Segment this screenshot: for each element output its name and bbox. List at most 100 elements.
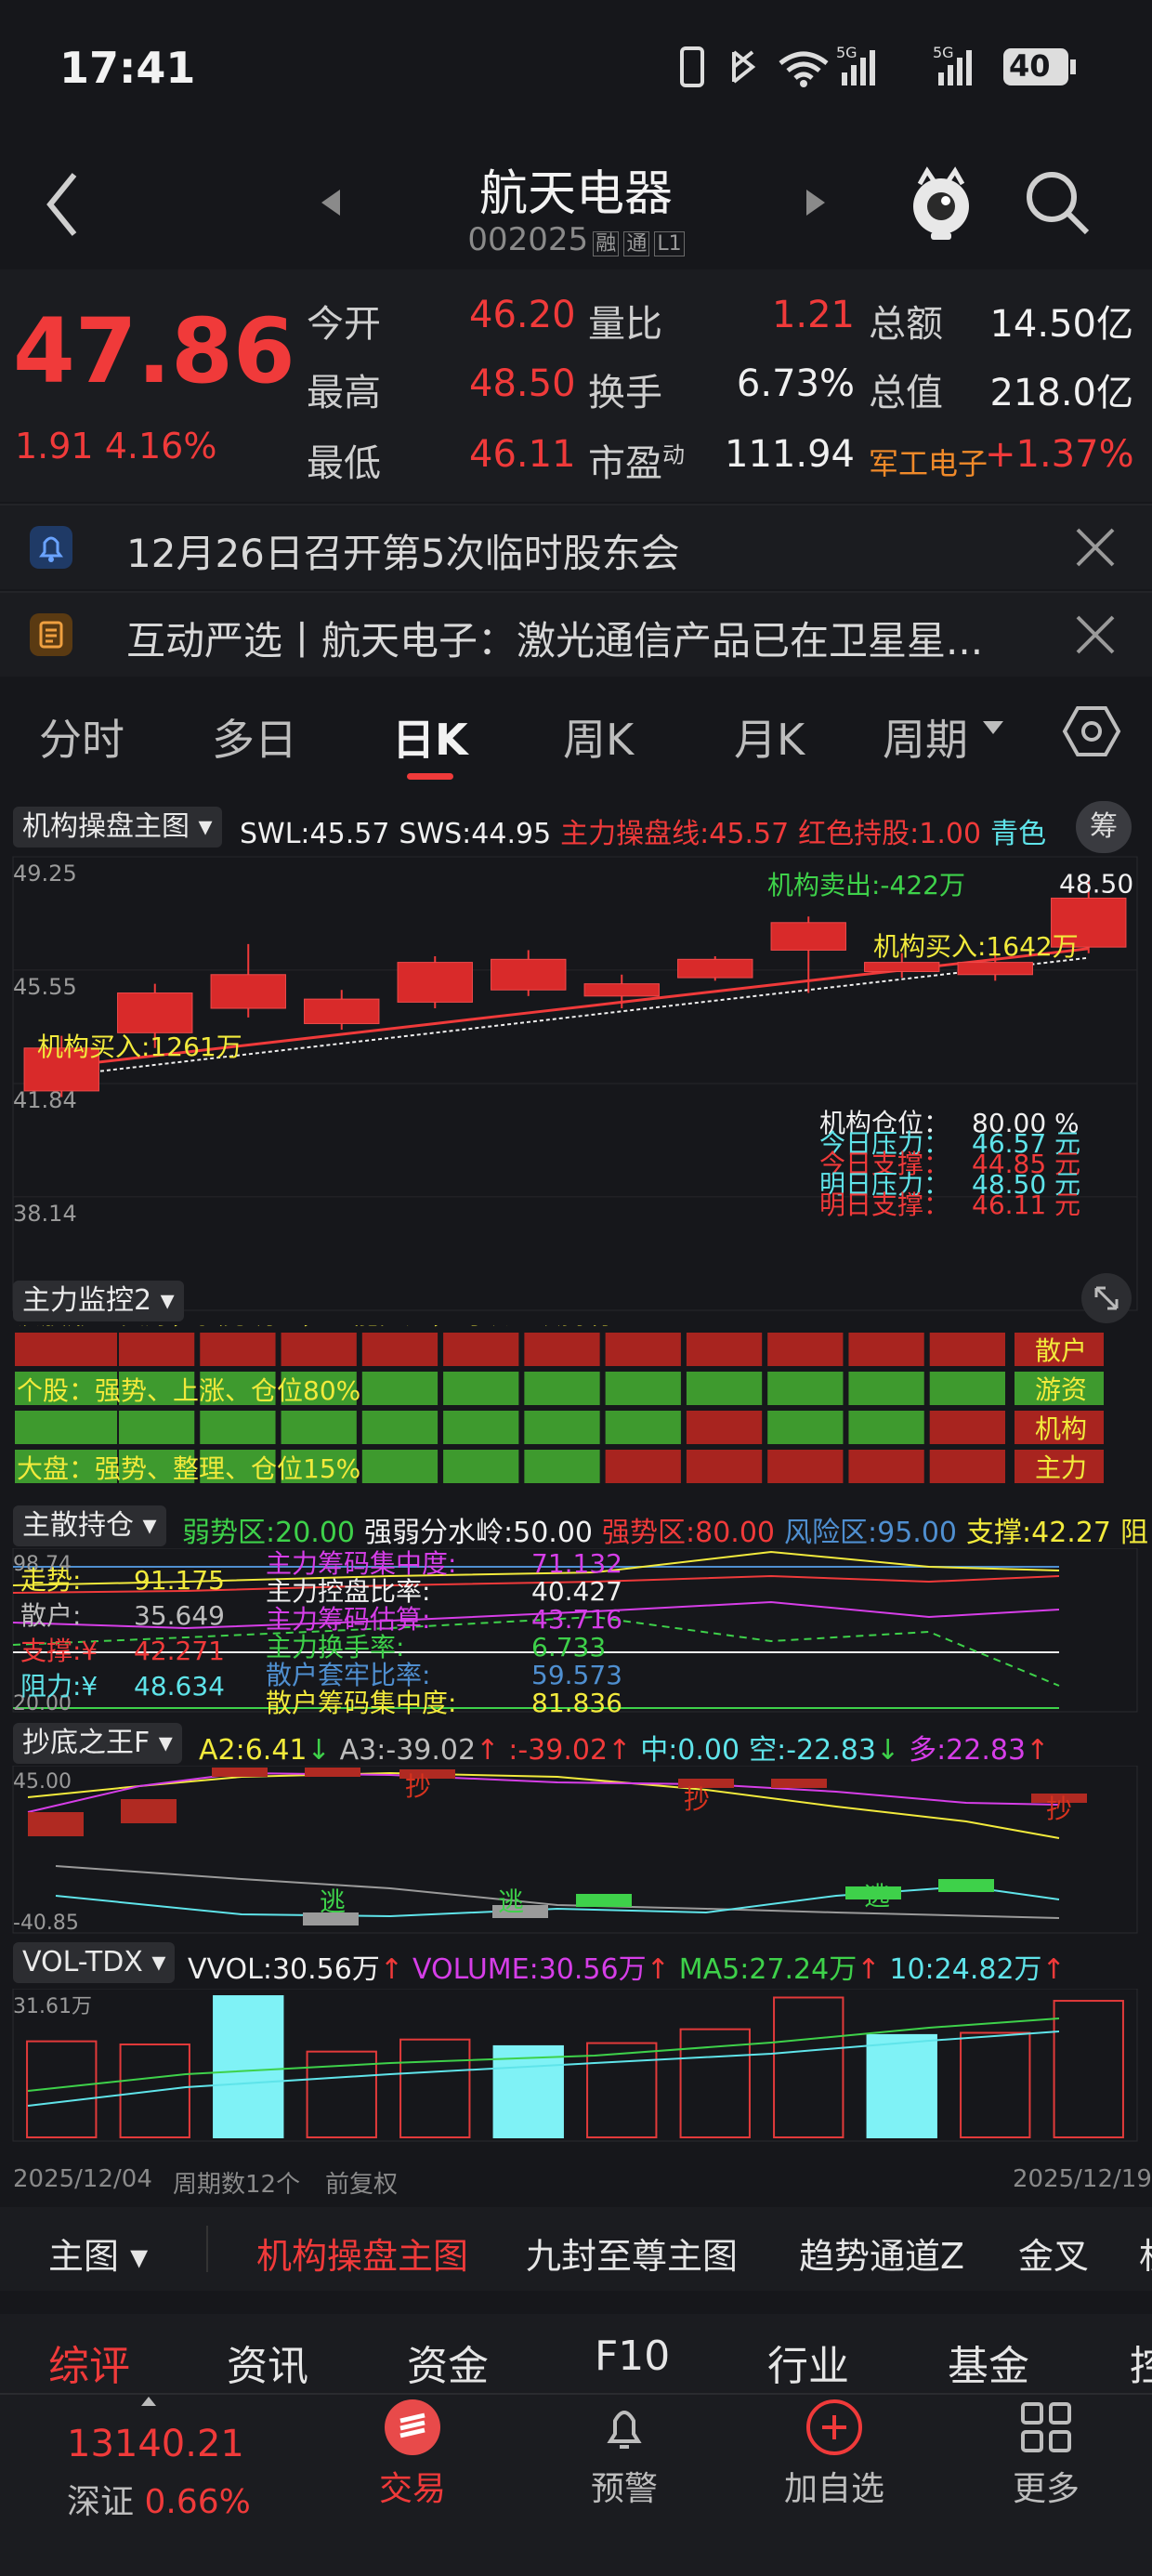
monitor-indicator-selector[interactable]: 主力监控2 ▾: [13, 1281, 184, 1321]
y-tick-label: 49.25: [13, 861, 77, 887]
adjust-mode: 前复权: [325, 2171, 399, 2199]
close-icon[interactable]: [1074, 526, 1117, 569]
candlestick-chart[interactable]: 49.2545.5541.8438.1434.4348.50机构卖出:-422万…: [0, 848, 1152, 1321]
holding-indicator-selector[interactable]: 主散持仓 ▾: [13, 1505, 166, 1546]
holding-legend-item: 弱势区:20.00: [182, 1517, 355, 1549]
signal-cell: [361, 1411, 439, 1444]
close-icon[interactable]: [1074, 613, 1117, 656]
prev-stock-icon[interactable]: [316, 184, 344, 221]
svg-text:5G: 5G: [933, 45, 954, 61]
signal-cell: [119, 1333, 195, 1366]
monitor-grid: 散户游资 个股：强势、上涨、仓位80% 机构主力 大盘：强势、整理、仓位15% 该股形态…: [15, 1325, 1104, 1483]
indicator-tab-4[interactable]: 金叉: [1018, 2228, 1089, 2279]
info-tab-industry[interactable]: 行业: [767, 2333, 849, 2392]
add-watchlist-button[interactable]: 加自选: [779, 2397, 890, 2510]
pe-label-sup: 动: [662, 441, 685, 468]
badge-rong: 融: [593, 231, 620, 256]
tab-multiday[interactable]: 多日: [212, 706, 297, 768]
amount-value: 14.50亿: [989, 303, 1133, 346]
settings-icon[interactable]: [1061, 701, 1122, 762]
y-tick-label: 45.00: [13, 1770, 72, 1794]
info-tab-funds[interactable]: 资金: [407, 2333, 489, 2392]
signal-cell: [686, 1333, 763, 1366]
y-tick-label: 45.55: [13, 974, 77, 1000]
signal-row-text: 大盘：强势、整理、仓位15%: [17, 1453, 360, 1483]
main-legend: SWL:45.57 SWS:44.95 主力操盘线:45.57 红色持股:1.00 青色: [240, 810, 1055, 851]
info-tab-f10[interactable]: F10: [595, 2333, 670, 2380]
main-chart-switch-label: 主图: [48, 2236, 120, 2277]
sector-name[interactable]: 军工电子: [869, 440, 988, 483]
indicator-tab-5[interactable]: 机: [1139, 2228, 1152, 2279]
trade-icon: [385, 2399, 440, 2455]
chevron-up-icon: [141, 2397, 156, 2406]
wifi-icon: [779, 51, 829, 80]
next-stock-icon[interactable]: [803, 184, 831, 221]
candle-body: [957, 962, 1033, 976]
more-label: 更多: [1012, 2470, 1080, 2508]
signal-cell: [605, 1450, 681, 1483]
signal-row-label: 散户: [1035, 1335, 1087, 1366]
vibrate-icon: [680, 46, 704, 87]
signal-cell: [929, 1333, 1005, 1366]
bottom-indicator-selector[interactable]: 抄底之王F ▾: [13, 1723, 182, 1764]
tab-intraday[interactable]: 分时: [39, 706, 124, 768]
main-indicator-selector[interactable]: 机构操盘主图 ▾: [13, 807, 222, 848]
tab-weekly-k[interactable]: 周K: [563, 706, 634, 768]
index-value[interactable]: 13140.21: [67, 2423, 244, 2465]
tab-monthly-k[interactable]: 月K: [734, 706, 805, 768]
trade-button[interactable]: 交易: [357, 2397, 468, 2510]
vol-indicator-selector[interactable]: VOL-TDX ▾: [13, 1942, 176, 1983]
main-legend-item: 主力操盘线:45.57: [560, 818, 790, 850]
buy-zone-bar: [771, 1779, 827, 1788]
back-icon[interactable]: [41, 167, 87, 242]
holding-left-label: 阻力:¥: [20, 1671, 98, 1702]
signal-cell: [848, 1411, 924, 1444]
tab-daily-k[interactable]: 日K: [392, 706, 468, 768]
index-name: 深证: [67, 2483, 135, 2521]
signal-cell: [200, 1333, 276, 1366]
escape-zone-bar: [576, 1894, 632, 1907]
info-tab-news[interactable]: 资讯: [227, 2333, 308, 2392]
divider: [0, 2393, 1152, 2395]
alert-button[interactable]: 预警: [569, 2397, 680, 2510]
signal-cell: [443, 1372, 519, 1405]
indicator-tab-2[interactable]: 九封至尊主图: [526, 2228, 738, 2279]
stock-title: 航天电器: [478, 166, 673, 222]
holding-right-value: 6.733: [531, 1632, 606, 1663]
holding-right-value: 71.132: [531, 1548, 622, 1579]
notice-meeting[interactable]: 12月26日召开第5次临时股东会: [0, 504, 1152, 589]
info-tab-fund[interactable]: 基金: [948, 2333, 1029, 2392]
tab-period[interactable]: 周期: [883, 706, 968, 768]
holding-indicator-label: 主散持仓: [22, 1509, 134, 1542]
holding-right-label: 主力筹码集中度:: [266, 1548, 456, 1579]
holding-right-label: 主力筹码估算:: [266, 1604, 430, 1635]
search-icon[interactable]: [1020, 165, 1094, 240]
signal-cell: [686, 1450, 763, 1483]
buy-zone-bar: [212, 1768, 268, 1777]
mascot-icon[interactable]: [909, 164, 974, 242]
more-button[interactable]: 更多: [990, 2397, 1102, 2510]
index-line[interactable]: 深证 0.66%: [67, 2475, 251, 2523]
signal-cell: [443, 1411, 519, 1444]
stat-label: 明日支撑：: [819, 1189, 949, 1220]
holding-chart: 98.7420.00走势: 91.175散户: 35.649支撑:¥ 42.271阻力…: [12, 1548, 1138, 1715]
high-label: 最高: [307, 372, 381, 414]
y-tick-label: -40.85: [13, 1912, 79, 1935]
indicator-tab-3[interactable]: 趋势通道Z: [799, 2228, 964, 2279]
high-price-label: 48.50: [1059, 869, 1133, 900]
notice-interact[interactable]: 互动严选丨航天电子：激光通信产品已在卫星星...: [0, 591, 1152, 677]
bottom-toolbar: 13140.21 深证 0.66% 交易 预警 加自选 更多: [0, 2393, 1152, 2576]
signal-cell: [605, 1411, 681, 1444]
chip-distribution-button[interactable]: 筹: [1076, 801, 1132, 853]
expand-button[interactable]: [1081, 1273, 1132, 1323]
volume-legend-arrow: ↑: [1041, 1953, 1066, 1986]
main-chart-switch[interactable]: 主图 ▾: [48, 2228, 148, 2279]
info-tab-summary[interactable]: 综评: [48, 2333, 130, 2392]
signal-cell: [605, 1333, 681, 1366]
holding-right-value: 81.836: [531, 1688, 622, 1715]
market-cap-label: 总值: [869, 372, 943, 414]
turnover-value: 6.73%: [736, 362, 855, 405]
info-tab-more[interactable]: 控: [1130, 2333, 1152, 2392]
indicator-tab-1[interactable]: 机构操盘主图: [256, 2228, 468, 2279]
volume-ratio-value: 1.21: [771, 294, 855, 336]
